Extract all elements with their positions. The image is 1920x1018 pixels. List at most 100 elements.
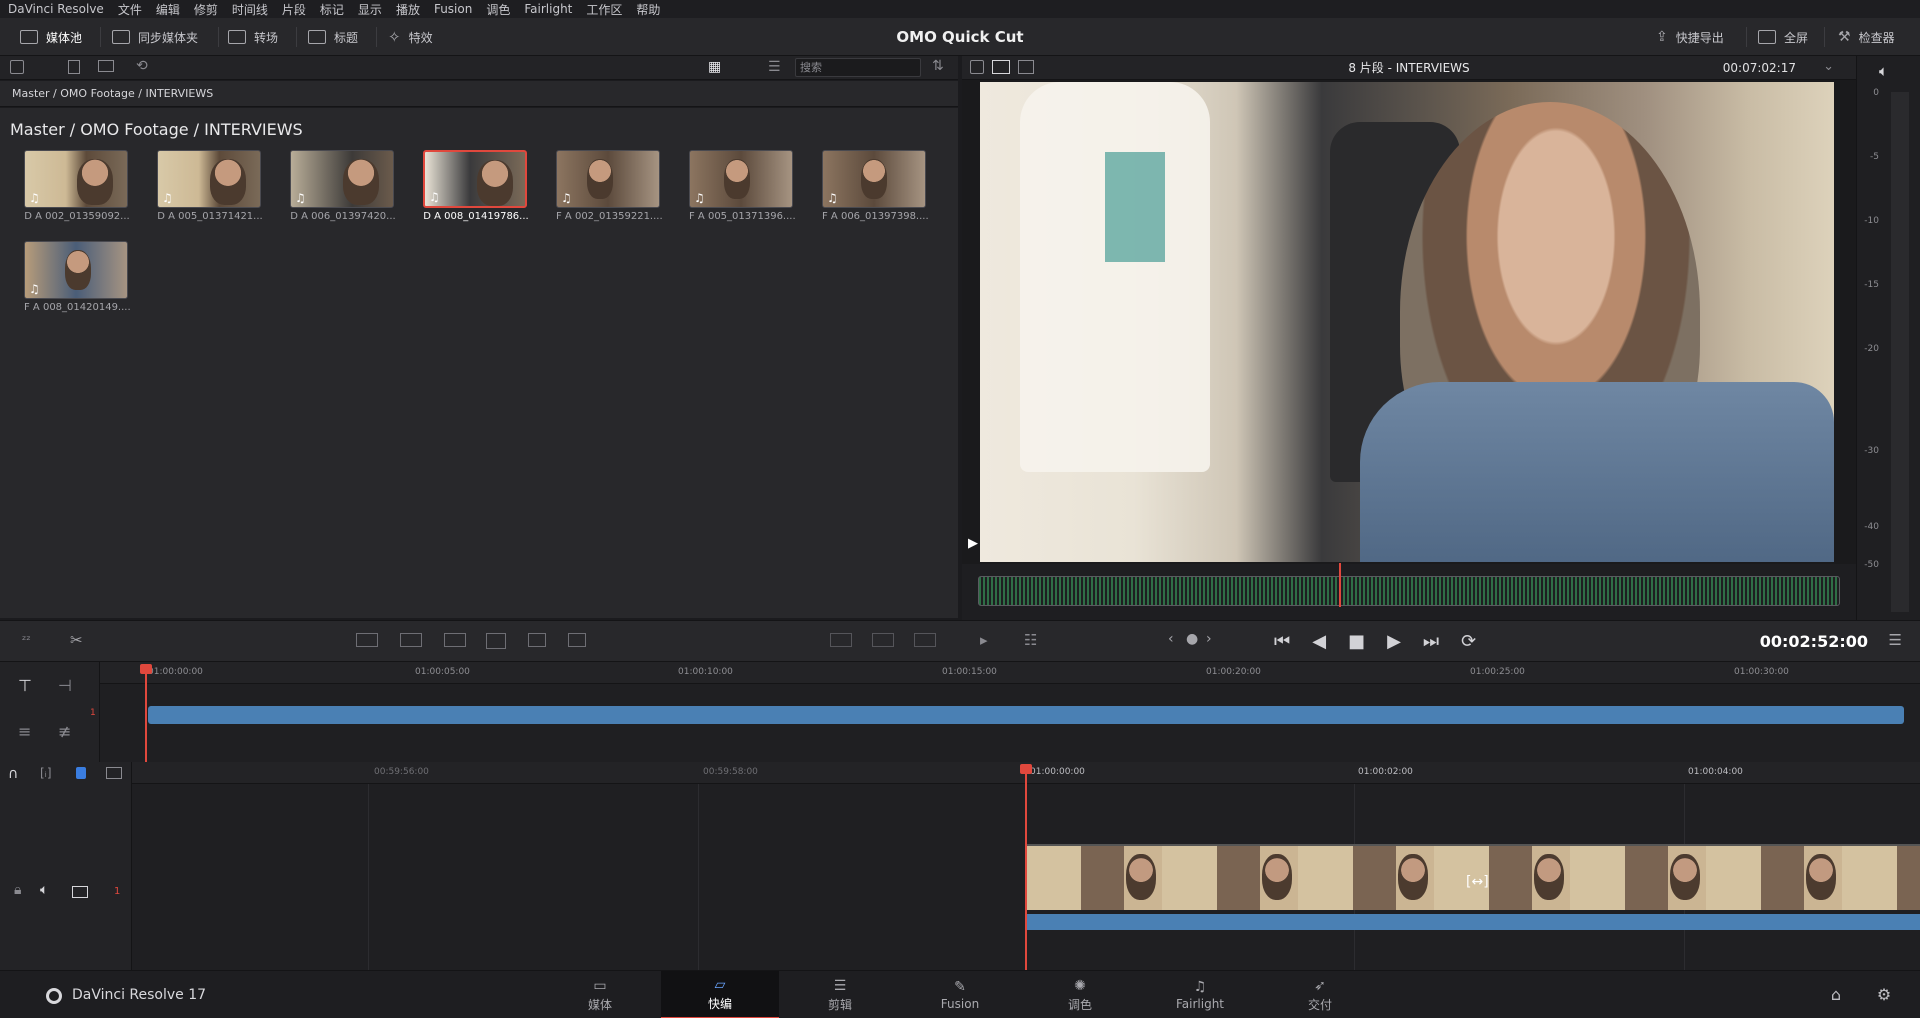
sort-icon[interactable]: ⇅	[932, 58, 944, 74]
snap-icon[interactable]: ∩	[8, 766, 18, 782]
lock-icon[interactable]: 🔒︎	[14, 882, 21, 898]
scrubber-playhead[interactable]	[1339, 563, 1341, 607]
go-to-start-icon[interactable]: ⏮	[1274, 631, 1290, 652]
stop-icon[interactable]: ■	[1348, 631, 1365, 652]
lift-tool-icon[interactable]: ≢	[58, 722, 71, 741]
upper-timeline-ruler[interactable]: 01:00:00:00 01:00:05:00 01:00:10:00 01:0…	[100, 662, 1920, 684]
titles-button[interactable]: 标题	[308, 18, 358, 56]
options-menu-icon[interactable]: ☰	[1889, 631, 1902, 649]
trim-tool-icon[interactable]: ⊤	[18, 676, 32, 695]
menu-file[interactable]: 文件	[118, 1, 142, 18]
media-pool-label: 媒体池	[46, 30, 83, 45]
waveform-view-icon[interactable]	[914, 633, 936, 647]
clip-thumbnail-selected[interactable]: ♫ D A 008_01419786...	[423, 150, 529, 222]
menu-playback[interactable]: 播放	[396, 1, 420, 18]
play-clip-icon[interactable]: ▸	[980, 631, 988, 649]
upper-playhead-handle[interactable]	[140, 664, 152, 674]
append-icon[interactable]	[400, 633, 422, 647]
audio-track-tool-icon[interactable]: ≡	[18, 722, 31, 741]
clip-thumbnail[interactable]: ♫ D A 005_01371421...	[157, 150, 263, 222]
effects-button[interactable]: ✧ 特效	[388, 18, 433, 56]
audio-clip-bar[interactable]	[1026, 914, 1920, 930]
snooze-icon[interactable]: ᶻᶻ	[22, 633, 31, 647]
settings-sliders-icon[interactable]: ☷	[1024, 631, 1037, 649]
clip-thumbnail[interactable]: ♫ F A 002_01359221....	[556, 150, 662, 222]
page-color[interactable]: ✺ 调色	[1021, 971, 1139, 1018]
split-tool-icon[interactable]: ⊣	[58, 676, 72, 695]
clip-thumbnail[interactable]: ♫ D A 002_01359092...	[24, 150, 130, 222]
loop-icon[interactable]: ⟳	[1461, 631, 1476, 652]
clip-name: F A 008_01420149....	[24, 302, 130, 313]
sync-bin-label: 同步媒体夹	[138, 30, 199, 45]
clip-thumbnail[interactable]: ♫ F A 005_01371396....	[689, 150, 795, 222]
video-viewer[interactable]: ▶	[962, 80, 1856, 564]
audio-waveform[interactable]	[978, 563, 1840, 607]
media-search-input[interactable]: 搜索	[795, 58, 921, 77]
new-smart-bin-icon[interactable]	[98, 60, 114, 72]
lower-timeline[interactable]: 00:59:56:00 00:59:58:00 01:00:00:00 01:0…	[132, 762, 1920, 970]
relink-icon[interactable]: ⟲	[136, 58, 148, 74]
menu-workspace[interactable]: 工作区	[586, 1, 622, 18]
menu-trim[interactable]: 修剪	[194, 1, 218, 18]
list-view-icon[interactable]: ☰	[768, 59, 781, 75]
sync-bin-button[interactable]: 同步媒体夹	[112, 18, 198, 56]
zoom-dropdown-icon[interactable]: ⌄	[1823, 59, 1834, 74]
upper-timeline[interactable]: 01:00:00:00 01:00:05:00 01:00:10:00 01:0…	[90, 662, 1920, 762]
clip-thumbnail[interactable]: ♫ F A 008_01420149....	[24, 241, 130, 313]
trim-view-icon[interactable]	[872, 633, 894, 647]
page-cut[interactable]: ▱ 快编	[661, 971, 779, 1018]
media-pool-button[interactable]: 媒体池	[20, 18, 82, 56]
marker-icon[interactable]	[76, 767, 86, 779]
upper-playhead[interactable]	[145, 664, 147, 762]
breadcrumb[interactable]: Master / OMO Footage / INTERVIEWS	[12, 87, 213, 100]
menu-clip[interactable]: 片段	[282, 1, 306, 18]
gear-icon[interactable]: ⚙	[1874, 985, 1894, 1005]
page-media[interactable]: ▭ 媒体	[541, 971, 659, 1018]
quick-export-button[interactable]: ⇪ 快捷导出	[1656, 18, 1724, 56]
jog-left-icon[interactable]: ‹	[1168, 631, 1174, 647]
menu-help[interactable]: 帮助	[636, 1, 660, 18]
play-icon[interactable]: ▶	[1387, 631, 1401, 652]
clip-thumbnail[interactable]: ♫ D A 006_01397420...	[290, 150, 396, 222]
go-to-end-icon[interactable]: ⏭	[1423, 631, 1439, 652]
lower-playhead[interactable]	[1025, 764, 1027, 970]
scissors-icon[interactable]: ✂	[70, 631, 83, 649]
transitions-button[interactable]: 转场	[228, 18, 278, 56]
link-icon[interactable]: [ᵢ]	[40, 766, 52, 780]
audio-toggle-icon[interactable]: 🔈︎	[40, 882, 48, 898]
video-toggle-icon[interactable]	[72, 886, 88, 898]
menu-color[interactable]: 调色	[486, 1, 510, 18]
thumbnail-toggle-icon[interactable]	[106, 767, 122, 779]
menu-fusion[interactable]: Fusion	[434, 2, 472, 16]
timeline-clip[interactable]	[148, 706, 1904, 724]
jog-dot-icon[interactable]: ●	[1186, 631, 1198, 647]
menu-edit[interactable]: 编辑	[156, 1, 180, 18]
ripple-overwrite-icon[interactable]	[444, 633, 466, 647]
play-reverse-icon[interactable]: ◀	[1312, 631, 1326, 652]
close-up-icon[interactable]	[486, 633, 506, 649]
source-overwrite-icon[interactable]	[568, 633, 586, 647]
source-scrubber[interactable]	[962, 563, 1856, 620]
new-bin-icon[interactable]	[68, 60, 80, 74]
jog-right-icon[interactable]: ›	[1206, 631, 1212, 647]
speaker-icon[interactable]: 🔈︎	[1879, 62, 1888, 80]
menu-timeline[interactable]: 时间线	[232, 1, 268, 18]
panel-toggle-icon[interactable]	[10, 60, 24, 74]
inspector-button[interactable]: ⚒ 检查器	[1838, 18, 1895, 56]
home-icon[interactable]: ⌂	[1826, 985, 1846, 1005]
smart-insert-icon[interactable]	[356, 633, 378, 647]
fullscreen-button[interactable]: 全屏	[1758, 18, 1808, 56]
fit-view-icon[interactable]	[830, 633, 852, 647]
lower-playhead-handle[interactable]	[1020, 764, 1032, 774]
page-deliver[interactable]: ➶ 交付	[1261, 971, 1379, 1018]
thumbnail-view-icon[interactable]: ▦	[708, 59, 721, 75]
menu-view[interactable]: 显示	[358, 1, 382, 18]
page-edit[interactable]: ☰ 剪辑	[781, 971, 899, 1018]
place-on-top-icon[interactable]	[528, 633, 546, 647]
clip-thumbnail[interactable]: ♫ F A 006_01397398....	[822, 150, 928, 222]
page-fusion[interactable]: ✎ Fusion	[901, 971, 1019, 1018]
menu-app[interactable]: DaVinci Resolve	[8, 2, 104, 16]
page-fairlight[interactable]: ♫ Fairlight	[1141, 971, 1259, 1018]
menu-fairlight[interactable]: Fairlight	[524, 2, 572, 16]
menu-mark[interactable]: 标记	[320, 1, 344, 18]
